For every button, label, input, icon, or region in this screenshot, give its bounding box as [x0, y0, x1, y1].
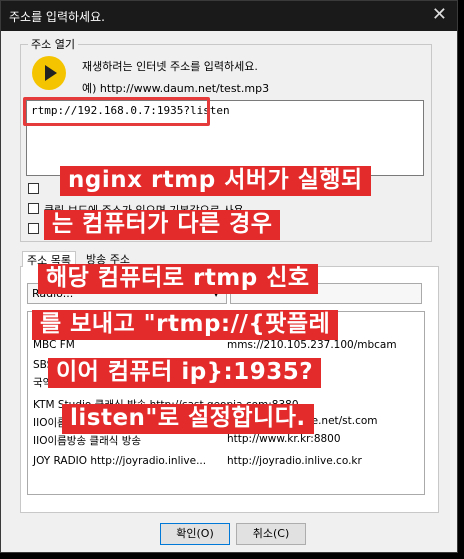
overlay-caption-line: 는 컴퓨터가 다른 경우: [44, 210, 281, 240]
list-item[interactable]: IIO이름방송 클래식 방송 http://www.kr.kr:8800: [33, 433, 341, 448]
highlight-box: [23, 97, 210, 126]
close-icon[interactable]: ✕: [432, 4, 447, 25]
group-title: 주소 열기: [28, 36, 78, 52]
station-name: IIO이름방송 클래식 방송: [33, 435, 142, 447]
station-name: JOY RADIO http://joyradio.inlive...: [33, 455, 207, 467]
checkbox-option-3[interactable]: [28, 223, 39, 234]
checkbox-use-clipboard[interactable]: [28, 203, 39, 214]
station-url: mms://210.105.237.100/mbcam: [227, 339, 397, 351]
list-item[interactable]: MBC FM mms://210.105.237.100/mbcam: [33, 339, 397, 351]
overlay-caption-line: nginx rtmp 서버가 실행되: [60, 166, 371, 196]
station-url: http://joyradio.inlive.co.kr: [227, 455, 362, 467]
cancel-button[interactable]: 취소(C): [236, 523, 306, 545]
play-icon: [32, 56, 66, 90]
station-name: MBC FM: [33, 339, 75, 351]
hint-text: 재생하려는 인터넷 주소를 입력하세요.: [82, 60, 258, 73]
example-text: 예) http://www.daum.net/test.mp3: [82, 82, 270, 95]
overlay-caption-line: 이어 컴퓨터 ip}:1935?: [48, 358, 322, 388]
list-item[interactable]: JOY RADIO http://joyradio.inlive... http:…: [33, 455, 362, 467]
ok-button[interactable]: 확인(O): [160, 523, 230, 545]
title-bar: 주소를 입력하세요. ✕: [1, 1, 457, 31]
dialog-title: 주소를 입력하세요.: [9, 10, 105, 24]
checkbox-option-1[interactable]: [28, 183, 39, 194]
overlay-caption-line: listen"로 설정합니다.: [62, 404, 314, 434]
station-url: http://www.kr.kr:8800: [227, 433, 341, 445]
overlay-caption-line: 해당 컴퓨터로 rtmp 신호: [38, 264, 318, 294]
overlay-caption-line: 를 보내고 "rtmp://{팟플레: [32, 310, 339, 340]
